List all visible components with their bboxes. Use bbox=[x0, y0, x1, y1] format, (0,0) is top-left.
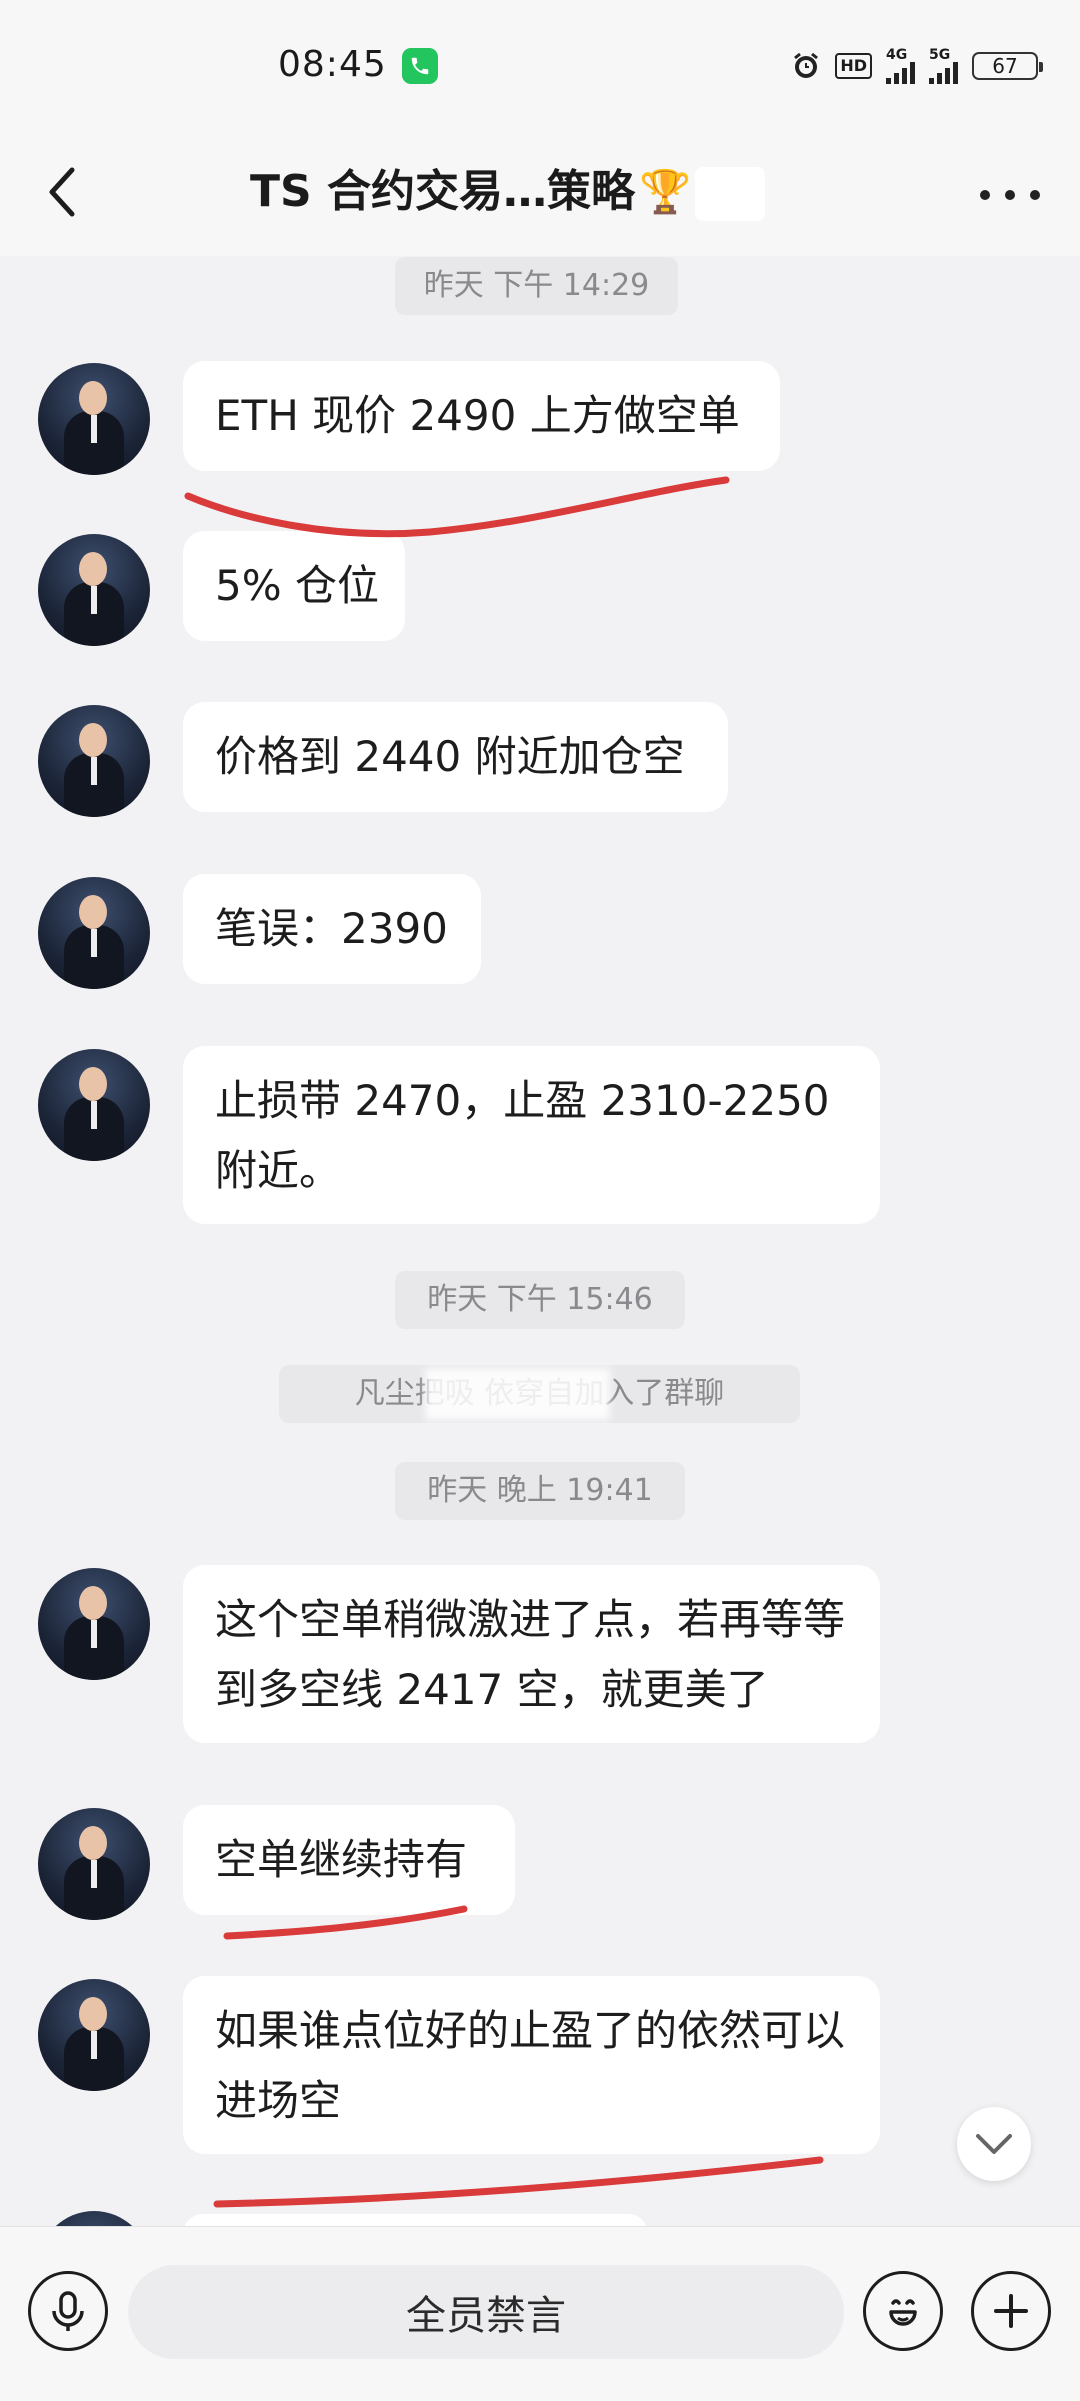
avatar[interactable] bbox=[38, 1049, 150, 1161]
avatar[interactable] bbox=[38, 363, 150, 475]
avatar[interactable] bbox=[38, 2211, 150, 2226]
plus-icon bbox=[994, 2294, 1028, 2328]
all-members-muted-field: 全员禁言 bbox=[128, 2265, 844, 2359]
avatar[interactable] bbox=[38, 1808, 150, 1920]
message-bubble[interactable]: 这个空单稍微激进了点，若再等等到多空线 2417 空，就更美了 bbox=[183, 1565, 880, 1743]
chat-title[interactable]: TS 合约交易…策略🏆 bbox=[250, 154, 766, 230]
emoji-icon bbox=[889, 2299, 917, 2326]
signal-5g-icon: 5G bbox=[929, 48, 958, 84]
message-bubble[interactable]: ETH 现价 2490 上方做空单 bbox=[183, 361, 780, 471]
message-bubble[interactable]: 价格到 2440 附近加仓空 bbox=[183, 702, 728, 812]
chevron-down-icon bbox=[976, 2134, 1012, 2154]
alarm-icon bbox=[794, 52, 819, 78]
trophy-emoji: 🏆 bbox=[639, 167, 692, 216]
phone-icon[interactable] bbox=[402, 48, 438, 84]
message-bubble[interactable]: 止损带 2470，止盈 2310-2250附近。 bbox=[183, 1046, 880, 1224]
hd-voice-icon: HD bbox=[835, 53, 872, 79]
title-redaction bbox=[695, 167, 766, 221]
avatar[interactable] bbox=[38, 1979, 150, 2091]
status-time: 08:45 bbox=[278, 44, 387, 85]
timestamp-divider: 昨天 晚上 19:41 bbox=[395, 1462, 685, 1520]
name-redaction bbox=[425, 1368, 610, 1420]
avatar[interactable] bbox=[38, 705, 150, 817]
status-bar: 08:45 HD 4G 5G 67 bbox=[0, 0, 1080, 130]
back-arrow-icon[interactable] bbox=[40, 160, 84, 224]
emoji-button[interactable] bbox=[863, 2271, 943, 2351]
chat-title-text: TS 合约交易…策略 bbox=[250, 166, 636, 217]
message-bubble[interactable]: 如果谁点位好的止盈了的依然可以进场空 bbox=[183, 1976, 880, 2154]
timestamp-divider: 昨天 下午 15:46 bbox=[395, 1271, 685, 1329]
message-bubble[interactable]: 笔误：2390 bbox=[183, 874, 481, 984]
message-bubble[interactable] bbox=[183, 2214, 648, 2226]
voice-input-button[interactable] bbox=[28, 2271, 108, 2351]
avatar[interactable] bbox=[38, 1568, 150, 1680]
message-bubble[interactable]: 空单继续持有 bbox=[183, 1805, 515, 1915]
scroll-to-bottom-button[interactable] bbox=[957, 2107, 1031, 2181]
microphone-icon bbox=[52, 2291, 84, 2331]
avatar[interactable] bbox=[38, 877, 150, 989]
chat-header: TS 合约交易…策略🏆 bbox=[0, 130, 1080, 256]
avatar[interactable] bbox=[38, 534, 150, 646]
input-bar: 全员禁言 bbox=[0, 2226, 1080, 2401]
add-attachment-button[interactable] bbox=[971, 2271, 1051, 2351]
red-underline-annotations bbox=[184, 476, 824, 2208]
timestamp-divider: 昨天 下午 14:29 bbox=[395, 257, 678, 315]
signal-4g-icon: 4G bbox=[886, 48, 915, 84]
status-icons: HD 4G 5G 67 bbox=[791, 46, 1043, 86]
more-options-icon[interactable] bbox=[980, 170, 1040, 220]
battery-icon: 67 bbox=[972, 52, 1043, 80]
message-list[interactable]: 昨天 下午 14:29 ETH 现价 2490 上方做空单 5% 仓位 价格到 … bbox=[0, 256, 1080, 2226]
message-bubble[interactable]: 5% 仓位 bbox=[183, 531, 405, 641]
